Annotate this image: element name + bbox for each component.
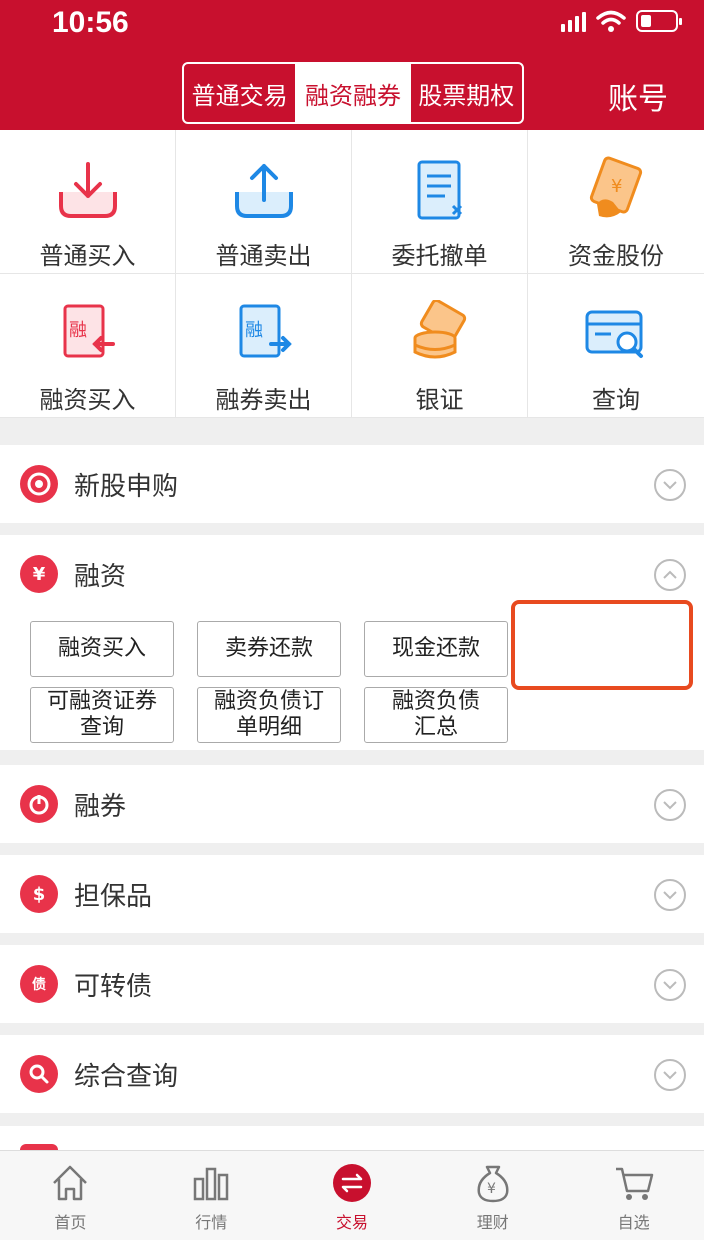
- tab-label: 首页: [54, 1213, 87, 1232]
- money-bag-icon: ¥: [477, 1165, 509, 1203]
- tab-normal-trade[interactable]: 普通交易: [184, 64, 295, 122]
- tab-trade[interactable]: 交易: [282, 1151, 423, 1240]
- quick-action-label: 普通买入: [39, 242, 136, 270]
- account-button[interactable]: 账号: [608, 74, 668, 118]
- chevron-down-icon[interactable]: [654, 469, 686, 501]
- quick-action-label: 融券卖出: [215, 386, 312, 414]
- search-icon: [20, 1055, 58, 1093]
- section-partial: [0, 1126, 704, 1150]
- chevron-down-icon[interactable]: [654, 1059, 686, 1091]
- coin-card-icon: ¥: [589, 156, 643, 218]
- chevron-down-icon[interactable]: [654, 789, 686, 821]
- svg-text:融: 融: [245, 320, 263, 341]
- section-title: 融券: [74, 791, 127, 822]
- cash-repay-button[interactable]: 现金还款: [364, 621, 508, 677]
- quick-action-label: 银证: [415, 386, 464, 414]
- tab-watchlist[interactable]: 自选: [563, 1151, 704, 1240]
- sell-to-repay-button[interactable]: 卖券还款: [197, 621, 341, 677]
- section-general-query: 综合查询: [0, 1035, 704, 1113]
- marginable-securities-query-button[interactable]: 可融资证券 查询: [30, 687, 174, 743]
- section-header-collateral[interactable]: $ 担保品: [0, 855, 704, 933]
- card-search-icon: [585, 310, 643, 358]
- tab-stock-options[interactable]: 股票期权: [408, 64, 522, 122]
- section-title: 综合查询: [74, 1061, 179, 1092]
- svg-text:¥: ¥: [611, 176, 622, 197]
- tab-home[interactable]: 首页: [0, 1151, 141, 1240]
- coin-stack-icon: [413, 300, 466, 359]
- status-time: 10:56: [52, 6, 129, 39]
- quick-action-label: 融资买入: [39, 386, 136, 414]
- quick-action-bank-securities[interactable]: 银证: [352, 274, 528, 418]
- section-header-short[interactable]: 融券: [0, 765, 704, 843]
- short-sell-icon: 融: [239, 304, 292, 358]
- dollar-shield-icon: $: [20, 875, 58, 913]
- margin-debt-order-details-button[interactable]: 融资负债订 单明细: [197, 687, 341, 743]
- margin-buy-button[interactable]: 融资买入: [30, 621, 174, 677]
- section-title: 担保品: [74, 881, 153, 912]
- tab-margin-trade[interactable]: 融资融券: [295, 64, 409, 122]
- chevron-down-icon[interactable]: [654, 969, 686, 1001]
- quick-action-cancel-order[interactable]: 委托撤单: [352, 130, 528, 274]
- cart-icon: [615, 1167, 653, 1200]
- section-convertible-bonds: 债 可转债: [0, 945, 704, 1023]
- quick-action-margin-buy[interactable]: 融 融资买入: [0, 274, 176, 418]
- section-title: 可转债: [74, 971, 153, 1002]
- upload-tray-icon: [234, 164, 293, 218]
- app-header: 10:56 普通交易 融资融券 股票期权 账号: [0, 0, 704, 130]
- chevron-up-icon[interactable]: [654, 559, 686, 591]
- quick-action-label: 普通卖出: [215, 242, 312, 270]
- quick-action-funds-holdings[interactable]: ¥ 资金股份: [528, 130, 704, 274]
- tab-label: 交易: [335, 1213, 368, 1232]
- battery-icon: [636, 10, 682, 32]
- section-title: 新股申购: [74, 471, 179, 502]
- quick-action-short-sell[interactable]: 融 融券卖出: [176, 274, 352, 418]
- quick-action-label: 查询: [592, 386, 640, 414]
- section-securities-lending: 融券: [0, 765, 704, 843]
- bond-icon: 债: [20, 965, 58, 1003]
- download-tray-icon: [58, 162, 117, 218]
- tab-market[interactable]: 行情: [141, 1151, 282, 1240]
- svg-text:融: 融: [69, 320, 87, 341]
- tab-label: 行情: [195, 1213, 228, 1232]
- cellular-signal-icon: [561, 10, 586, 32]
- margin-debt-summary-button[interactable]: 融资负债 汇总: [364, 687, 508, 743]
- section-header-ipo[interactable]: 新股申购: [0, 445, 704, 523]
- section-ipo-subscription: 新股申购: [0, 445, 704, 523]
- section-header-query[interactable]: 综合查询: [0, 1035, 704, 1113]
- section-title: 融资: [74, 561, 127, 592]
- margin-buy-icon: 融: [63, 304, 115, 358]
- quick-action-normal-sell[interactable]: 普通卖出: [176, 130, 352, 274]
- tab-wealth[interactable]: ¥ 理财: [422, 1151, 563, 1240]
- exchange-icon: [332, 1164, 371, 1202]
- target-icon: [20, 465, 58, 503]
- section-header-convertible[interactable]: 债 可转债: [0, 945, 704, 1023]
- chevron-down-icon[interactable]: [654, 879, 686, 911]
- quick-action-label: 资金股份: [568, 242, 664, 270]
- yen-clock-icon: ¥: [20, 555, 58, 593]
- tab-label: 理财: [476, 1213, 509, 1232]
- trade-type-segmented-control: 普通交易 融资融券 股票期权: [182, 62, 524, 124]
- quick-action-grid: 普通买入 普通卖出 委托撤单 ¥ 资金股份 融 融资买入 融 融券卖出 银证 查…: [0, 130, 704, 418]
- quick-action-normal-buy[interactable]: 普通买入: [0, 130, 176, 274]
- home-icon: [53, 1165, 88, 1201]
- quick-action-label: 委托撤单: [391, 242, 488, 270]
- tab-label: 自选: [617, 1213, 650, 1232]
- power-icon: [20, 785, 58, 823]
- wifi-icon: [596, 10, 626, 32]
- quick-action-query[interactable]: 查询: [528, 274, 704, 418]
- highlight-box: [511, 600, 693, 690]
- section-collateral: $ 担保品: [0, 855, 704, 933]
- bottom-tab-bar: 首页 行情 交易 ¥ 理财 自选: [0, 1150, 704, 1240]
- bar-chart-icon: [193, 1167, 229, 1201]
- status-icons: [561, 10, 682, 32]
- svg-text:¥: ¥: [487, 1181, 496, 1197]
- document-cancel-icon: [417, 160, 462, 220]
